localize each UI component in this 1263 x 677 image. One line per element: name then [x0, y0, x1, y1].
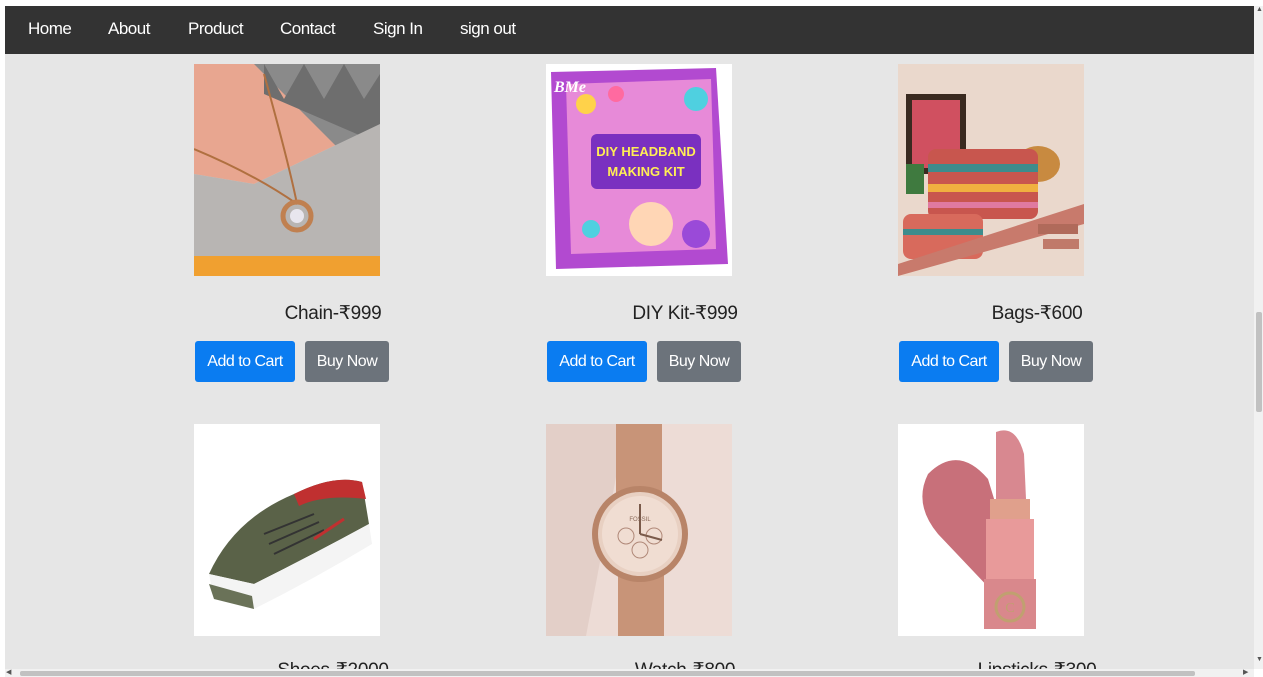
nav-sign-in-link[interactable]: Sign In — [373, 6, 423, 54]
product-card-bags: Bags-₹600 Add to Cart Buy Now — [806, 64, 1254, 384]
svg-text:DIY HEADBAND: DIY HEADBAND — [596, 144, 695, 159]
top-navbar: Home About Product Contact Sign In sign … — [5, 6, 1254, 54]
nav-contact-link[interactable]: Contact — [280, 6, 336, 54]
shoes-image — [194, 424, 380, 636]
add-to-cart-button[interactable]: Add to Cart — [899, 341, 999, 382]
add-to-cart-button[interactable]: Add to Cart — [195, 341, 295, 382]
nav-about-link[interactable]: About — [108, 6, 150, 54]
product-card-lipsticks: C Lipsticks-₹300 — [806, 424, 1254, 669]
buy-now-button[interactable]: Buy Now — [1009, 341, 1093, 382]
chain-image — [194, 64, 380, 276]
svg-text:BMe: BMe — [553, 79, 586, 96]
svg-text:MAKING KIT: MAKING KIT — [607, 164, 684, 179]
scroll-down-arrow-icon[interactable]: ▼ — [1256, 656, 1263, 664]
buy-now-button[interactable]: Buy Now — [305, 341, 389, 382]
page-viewport: Home About Product Contact Sign In sign … — [5, 6, 1254, 669]
buy-now-button[interactable]: Buy Now — [657, 341, 741, 382]
add-to-cart-button[interactable]: Add to Cart — [547, 341, 647, 382]
watch-image: FOSSIL — [546, 424, 732, 636]
product-title: Lipsticks-₹300 — [806, 659, 1254, 669]
vertical-scrollbar-thumb[interactable] — [1256, 312, 1262, 412]
diy-kit-image: DIY HEADBAND MAKING KIT BMe — [546, 64, 732, 276]
scroll-up-arrow-icon[interactable]: ▲ — [1256, 6, 1263, 14]
bags-image — [898, 64, 1084, 276]
scroll-left-arrow-icon[interactable]: ◀ — [6, 669, 11, 677]
lipsticks-image: C — [898, 424, 1084, 636]
nav-product-link[interactable]: Product — [188, 6, 244, 54]
nav-home-link[interactable]: Home — [28, 6, 72, 54]
nav-sign-out-link[interactable]: sign out — [460, 6, 516, 54]
horizontal-scrollbar-thumb[interactable] — [20, 671, 1195, 676]
product-title: Bags-₹600 — [991, 303, 1083, 324]
svg-text:C: C — [1005, 601, 1014, 616]
scroll-right-arrow-icon[interactable]: ▶ — [1243, 669, 1248, 677]
